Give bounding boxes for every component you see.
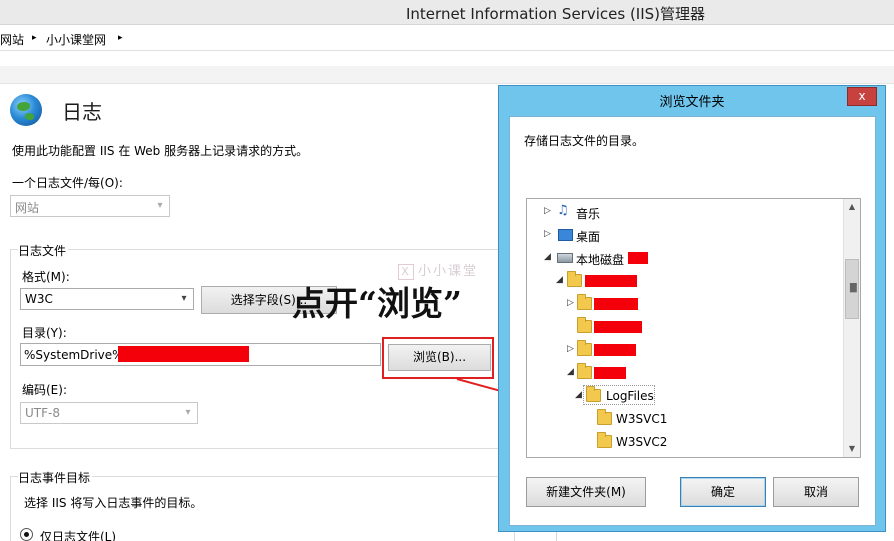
chevron-down-icon: ▾ [157, 200, 163, 211]
address-bar: 网站 ▸ 小小课堂网 ▸ [0, 25, 894, 51]
redaction-mark [628, 252, 648, 264]
collapse-icon[interactable]: ◢ [567, 367, 574, 377]
format-value: W3C [25, 292, 53, 306]
redaction-mark [594, 367, 626, 379]
redaction-mark [594, 298, 638, 310]
tree-item-label: 音乐 [576, 207, 601, 221]
breadcrumb-separator-icon[interactable]: ▸ [32, 33, 37, 43]
tree-item-label: 桌面 [576, 230, 601, 244]
tree-item-label: W3SVC2 [616, 435, 668, 449]
redaction-mark [594, 344, 636, 356]
folder-icon [567, 271, 582, 287]
event-target-group-title: 日志事件目标 [18, 469, 93, 486]
desktop-icon [558, 229, 573, 241]
folder-tree[interactable]: ▷ ♫ 音乐 ▷ 桌面 ◢ 本地磁盘 ◢ ▷ ▷ ◢ ◢ LogFiles W3… [526, 198, 861, 458]
collapse-icon[interactable]: ◢ [556, 275, 563, 285]
tree-item-desktop[interactable]: ▷ 桌面 [527, 225, 837, 245]
redaction-mark [585, 275, 637, 287]
music-icon: ♫ [557, 203, 569, 218]
tree-item-w3svc1[interactable]: W3SVC1 [527, 409, 837, 429]
folder-icon [577, 363, 592, 379]
new-folder-button[interactable]: 新建文件夹(M) [526, 477, 646, 507]
scroll-down-icon[interactable]: ▼ [844, 441, 860, 457]
chevron-down-icon: ▾ [181, 293, 187, 304]
tree-item-logfiles[interactable]: ◢ LogFiles [527, 386, 837, 406]
folder-icon [586, 386, 601, 402]
dialog-title: 浏览文件夹 [659, 95, 725, 110]
tree-item-w3svc2[interactable]: W3SVC2 [527, 432, 837, 452]
radio-log-only[interactable] [20, 528, 33, 541]
format-select[interactable]: W3C ▾ [20, 288, 194, 310]
encoding-value: UTF-8 [25, 406, 60, 420]
collapse-icon[interactable]: ◢ [544, 252, 551, 262]
browse-folder-dialog: 浏览文件夹 x 存储日志文件的目录。 ▷ ♫ 音乐 ▷ 桌面 ◢ 本地磁盘 ◢ … [498, 85, 886, 532]
one-log-per-select[interactable]: 网站 ▾ [10, 195, 170, 217]
dialog-prompt: 存储日志文件的目录。 [524, 134, 645, 148]
tree-item-folder[interactable]: ▷ [527, 294, 837, 314]
dialog-body: 存储日志文件的目录。 ▷ ♫ 音乐 ▷ 桌面 ◢ 本地磁盘 ◢ ▷ ▷ ◢ ◢ … [509, 116, 876, 526]
tree-scrollbar[interactable]: ▲ ▬ ▬ ▬ ▼ [843, 199, 860, 457]
directory-input[interactable]: %SystemDrive% [20, 343, 381, 366]
log-file-group-title: 日志文件 [18, 242, 69, 259]
scrollbar-thumb[interactable]: ▬ ▬ ▬ [845, 259, 859, 319]
expand-icon[interactable]: ▷ [567, 344, 574, 354]
logging-globe-icon [10, 94, 42, 126]
one-log-per-value: 网站 [15, 201, 40, 215]
breadcrumb-site-name[interactable]: 小小课堂网 [46, 31, 106, 48]
redaction-mark [594, 321, 642, 333]
folder-icon [597, 432, 612, 448]
page-title: 日志 [62, 100, 102, 124]
close-icon[interactable]: x [847, 87, 877, 106]
tree-item-local-disk[interactable]: ◢ 本地磁盘 [527, 248, 837, 268]
directory-value: %SystemDrive% [24, 348, 124, 362]
page-description: 使用此功能配置 IIS 在 Web 服务器上记录请求的方式。 [12, 144, 309, 158]
encoding-select[interactable]: UTF-8 ▾ [20, 402, 198, 424]
expand-icon[interactable]: ▷ [544, 206, 551, 216]
breadcrumb-sites[interactable]: 网站 [0, 31, 24, 48]
tree-item-label: W3SVC1 [616, 412, 668, 426]
one-log-per-label: 一个日志文件/每(O): [12, 176, 123, 190]
ok-button[interactable]: 确定 [680, 477, 766, 507]
scroll-up-icon[interactable]: ▲ [844, 199, 860, 215]
tree-item-folder[interactable]: ▷ [527, 340, 837, 360]
event-target-description: 选择 IIS 将写入日志事件的目标。 [24, 496, 203, 510]
folder-icon [577, 340, 592, 356]
tree-item-folder[interactable] [527, 317, 837, 337]
folder-icon [577, 294, 592, 310]
tree-item-folder[interactable]: ◢ [527, 363, 837, 383]
annotation-text: 点开“浏览” [292, 284, 462, 323]
encoding-label: 编码(E): [22, 383, 67, 397]
expand-icon[interactable]: ▷ [544, 229, 551, 239]
folder-icon [597, 409, 612, 425]
tree-item-label: 本地磁盘 [576, 253, 625, 267]
window-title-bar: Internet Information Services (IIS)管理器 [0, 0, 894, 25]
format-label: 格式(M): [22, 270, 70, 284]
redaction-mark [118, 346, 249, 362]
grip-icon: ▬ ▬ ▬ [849, 280, 858, 296]
drive-icon [557, 253, 573, 263]
tree-item-folder[interactable]: ◢ [527, 271, 837, 291]
tree-item-music[interactable]: ▷ ♫ 音乐 [527, 202, 837, 222]
expand-icon[interactable]: ▷ [567, 298, 574, 308]
collapse-icon[interactable]: ◢ [575, 390, 582, 400]
toolbar-strip [0, 66, 894, 84]
chevron-down-icon: ▾ [185, 407, 191, 418]
browse-highlight-box [382, 337, 494, 379]
directory-label: 目录(Y): [22, 326, 67, 340]
breadcrumb-separator-icon[interactable]: ▸ [118, 33, 123, 43]
folder-icon [577, 317, 592, 333]
radio-log-only-label[interactable]: 仅日志文件(L) [40, 528, 116, 541]
window-title: Internet Information Services (IIS)管理器 [406, 5, 706, 23]
cancel-button[interactable]: 取消 [773, 477, 859, 507]
tree-item-label: LogFiles [606, 389, 654, 403]
